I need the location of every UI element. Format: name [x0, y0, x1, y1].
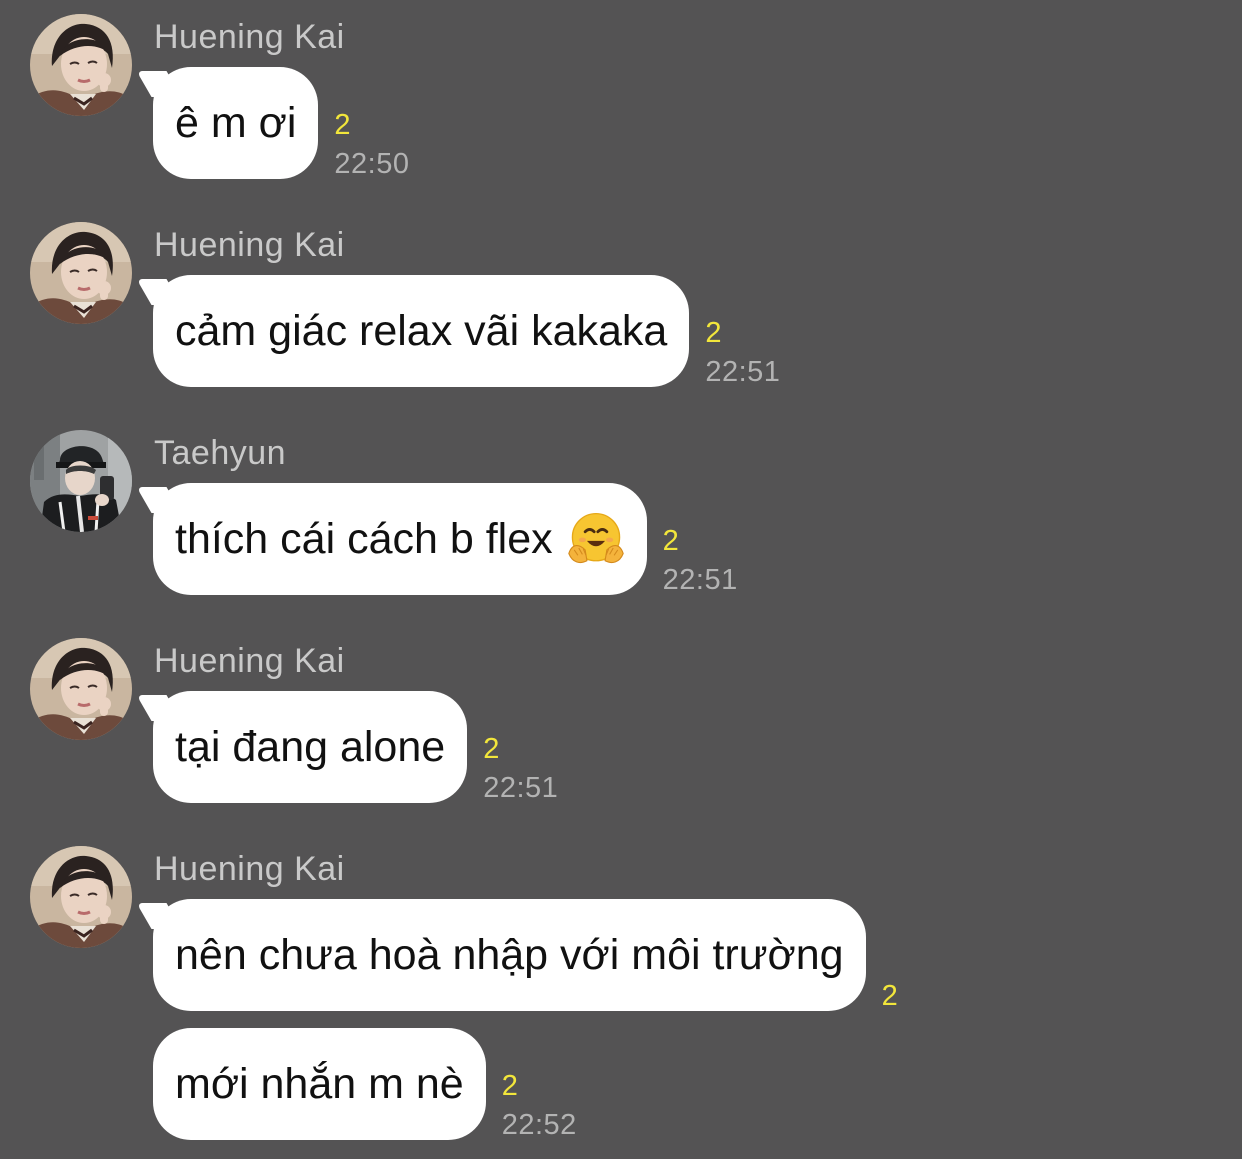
message-bubble[interactable]: thích cái cách b flex — [153, 483, 647, 595]
message-text: nên chưa hoà nhập với môi trường — [175, 930, 844, 979]
avatar-huening-kai[interactable] — [30, 222, 132, 324]
sender-name: Huening Kai — [154, 642, 345, 680]
unread-count: 2 — [881, 980, 898, 1012]
message-time: 22:51 — [662, 564, 738, 596]
message-meta: 2 22:52 — [502, 1072, 577, 1140]
unread-count: 2 — [501, 1070, 518, 1102]
message-meta: 2 22:50 — [334, 111, 409, 179]
message-time: 22:51 — [483, 772, 559, 804]
message-bubble[interactable]: nên chưa hoà nhập với môi trường — [153, 899, 866, 1011]
bubble-row: thích cái cách b flex 2 22:51 — [153, 483, 738, 595]
message-time: 22:51 — [705, 356, 781, 388]
sender-name: Taehyun — [154, 434, 287, 472]
message-time: 22:50 — [334, 148, 410, 180]
chat-thread: Huening Kai ê m ơi 2 22:50 Huening Kai c… — [0, 0, 1242, 1159]
bubble-row: tại đang alone 2 22:51 — [153, 691, 558, 803]
message-meta: 2 22:51 — [663, 527, 738, 595]
avatar-taehyun[interactable] — [30, 430, 132, 532]
message-bubble[interactable]: tại đang alone — [153, 691, 468, 803]
unread-count: 2 — [662, 525, 679, 557]
bubble-row: cảm giác relax vãi kakaka 2 22:51 — [153, 275, 780, 387]
message-meta: 2 — [882, 982, 898, 1011]
unread-count: 2 — [483, 733, 500, 765]
message-text: mới nhắn m nè — [175, 1059, 464, 1108]
message-text: thích cái cách b flex — [175, 514, 553, 563]
avatar-huening-kai[interactable] — [30, 638, 132, 740]
message-bubble[interactable]: cảm giác relax vãi kakaka — [153, 275, 690, 387]
sender-name: Huening Kai — [154, 18, 345, 56]
message-meta: 2 22:51 — [483, 735, 558, 803]
bubble-row: mới nhắn m nè 2 22:52 — [153, 1028, 577, 1140]
message-text: cảm giác relax vãi kakaka — [175, 306, 668, 355]
message-text: tại đang alone — [175, 722, 446, 771]
sender-name: Huening Kai — [154, 226, 345, 264]
message-text: ê m ơi — [175, 98, 297, 147]
avatar-huening-kai[interactable] — [30, 14, 132, 116]
message-bubble[interactable]: mới nhắn m nè — [153, 1028, 486, 1140]
message-meta: 2 22:51 — [705, 319, 780, 387]
message-time: 22:52 — [501, 1109, 577, 1141]
sender-name: Huening Kai — [154, 850, 345, 888]
unread-count: 2 — [705, 317, 722, 349]
avatar-huening-kai[interactable] — [30, 846, 132, 948]
bubble-row: ê m ơi 2 22:50 — [153, 67, 409, 179]
bubble-row: nên chưa hoà nhập với môi trường 2 — [153, 899, 898, 1011]
message-bubble[interactable]: ê m ơi — [153, 67, 319, 179]
hugging-face-emoji — [567, 510, 625, 568]
unread-count: 2 — [334, 109, 351, 141]
